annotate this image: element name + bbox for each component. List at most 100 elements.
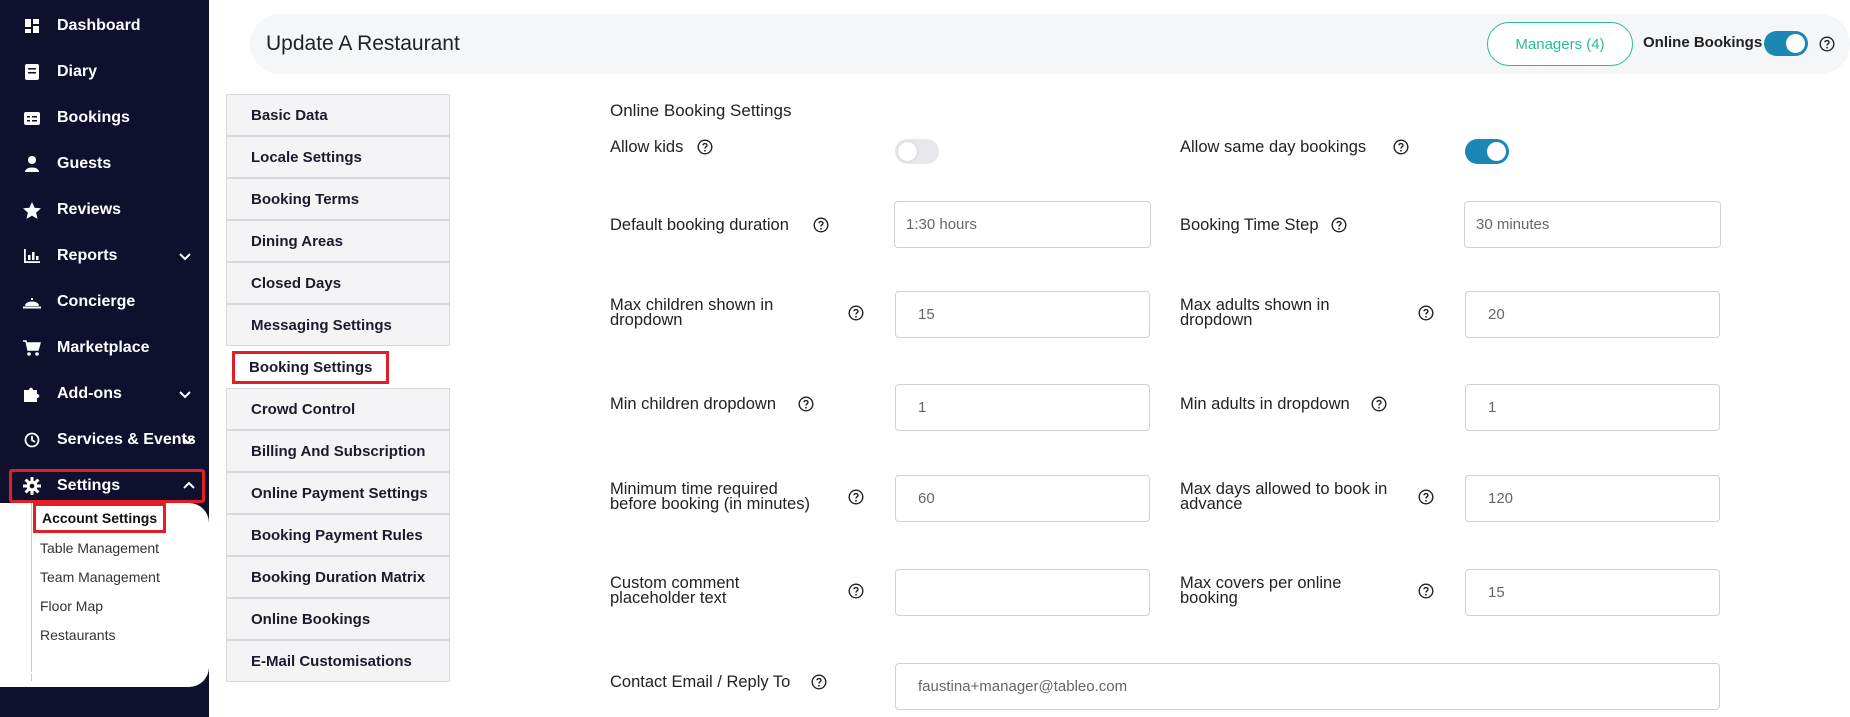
user-icon — [22, 154, 42, 174]
sidebar-item-bookings[interactable]: Bookings — [0, 101, 209, 135]
custom-comment-input[interactable] — [895, 569, 1150, 616]
max-days-input[interactable]: 120 — [1465, 475, 1720, 522]
label-line: booking — [1180, 589, 1238, 607]
default-duration-select[interactable]: 1:30 hours — [894, 201, 1151, 248]
max-children-input[interactable]: 15 — [895, 291, 1150, 338]
sidebar-item-support[interactable]: Support — [0, 660, 209, 694]
sidebar-item-add-ons[interactable]: Add-ons — [0, 377, 209, 411]
label-line: before booking (in minutes) — [610, 495, 810, 513]
chart-icon — [22, 246, 42, 266]
help-icon[interactable] — [811, 674, 827, 690]
sidebar-item-reviews[interactable]: Reviews — [0, 193, 209, 227]
contact-email-input[interactable]: faustina+manager@tableo.com — [895, 663, 1720, 710]
menu-item-email-customisations[interactable]: E-Mail Customisations — [226, 640, 450, 682]
max-adults-input[interactable]: 20 — [1465, 291, 1720, 338]
submenu-item-floor-map[interactable]: Floor Map — [40, 598, 103, 614]
chevron-up-icon — [183, 481, 195, 489]
bookings-icon — [22, 108, 42, 128]
menu-item-label: Billing And Subscription — [251, 442, 426, 460]
sidebar-item-label: Reports — [57, 247, 118, 264]
help-icon[interactable] — [1819, 36, 1835, 52]
time-step-label: Booking Time Step — [1180, 216, 1319, 234]
toggle-knob — [898, 142, 917, 161]
menu-item-label: Crowd Control — [251, 400, 356, 418]
menu-item-locale-settings[interactable]: Locale Settings — [226, 136, 450, 178]
star-icon — [22, 200, 42, 220]
menu-item-label: Closed Days — [251, 274, 342, 292]
allow-same-day-toggle[interactable] — [1465, 139, 1509, 164]
min-children-input[interactable]: 1 — [895, 384, 1150, 431]
managers-button[interactable]: Managers (4) — [1487, 22, 1633, 66]
help-icon[interactable] — [848, 305, 864, 321]
sidebar-item-label: Concierge — [57, 293, 136, 310]
sidebar-item-dashboard[interactable]: Dashboard — [0, 9, 209, 43]
label-line: dropdown — [1180, 311, 1253, 329]
sidebar-item-label: Support — [57, 668, 119, 685]
min-time-input[interactable]: 60 — [895, 475, 1150, 522]
submenu-item-account-settings[interactable]: Account Settings — [33, 503, 167, 533]
online-bookings-toggle[interactable] — [1764, 31, 1808, 56]
menu-item-billing-subscription[interactable]: Billing And Subscription — [226, 430, 450, 472]
help-icon[interactable] — [848, 489, 864, 505]
menu-item-messaging-settings[interactable]: Messaging Settings — [226, 304, 450, 346]
sidebar-item-diary[interactable]: Diary — [0, 55, 209, 89]
sidebar-item-guests[interactable]: Guests — [0, 147, 209, 181]
chevron-down-icon — [179, 391, 191, 399]
help-icon[interactable] — [1331, 217, 1347, 233]
toggle-knob — [1487, 142, 1506, 161]
menu-item-online-bookings[interactable]: Online Bookings — [226, 598, 450, 640]
max-days-label: Max days allowed to book in advance — [1180, 481, 1387, 513]
sidebar-item-concierge[interactable]: Concierge — [0, 285, 209, 319]
gear-icon — [22, 476, 42, 496]
sidebar-item-label: Diary — [57, 63, 98, 80]
contact-email-label: Contact Email / Reply To — [610, 673, 791, 691]
menu-item-booking-terms[interactable]: Booking Terms — [226, 178, 450, 220]
menu-item-basic-data[interactable]: Basic Data — [226, 94, 450, 136]
dashboard-icon — [22, 16, 42, 36]
help-icon[interactable] — [1418, 305, 1434, 321]
min-time-label: Minimum time required before booking (in … — [610, 481, 810, 513]
help-icon[interactable] — [1418, 583, 1434, 599]
submenu-item-restaurants[interactable]: Restaurants — [40, 627, 115, 643]
help-icon[interactable] — [1371, 396, 1387, 412]
menu-item-booking-payment-rules[interactable]: Booking Payment Rules — [226, 514, 450, 556]
chevron-down-icon — [182, 437, 194, 445]
menu-item-label: Messaging Settings — [251, 316, 392, 334]
sidebar-item-label: Reviews — [57, 201, 122, 218]
time-step-select[interactable]: 30 minutes — [1464, 201, 1721, 248]
menu-item-crowd-control[interactable]: Crowd Control — [226, 388, 450, 430]
min-children-label: Min children dropdown — [610, 395, 777, 413]
allow-same-day-label: Allow same day bookings — [1180, 138, 1367, 156]
menu-item-dining-areas[interactable]: Dining Areas — [226, 220, 450, 262]
headset-icon — [22, 667, 42, 687]
diary-icon — [22, 62, 42, 82]
max-covers-label: Max covers per online booking — [1180, 575, 1341, 607]
max-covers-input[interactable]: 15 — [1465, 569, 1720, 616]
help-icon[interactable] — [848, 583, 864, 599]
help-icon[interactable] — [697, 139, 713, 155]
submenu-item-table-management[interactable]: Table Management — [40, 540, 159, 556]
help-icon[interactable] — [813, 217, 829, 233]
menu-item-closed-days[interactable]: Closed Days — [226, 262, 450, 304]
allow-kids-label: Allow kids — [610, 138, 684, 156]
help-icon[interactable] — [1418, 489, 1434, 505]
help-icon[interactable] — [1393, 139, 1409, 155]
sidebar-item-settings[interactable]: Settings — [9, 469, 205, 503]
menu-item-online-payment-settings[interactable]: Online Payment Settings — [226, 472, 450, 514]
page-header: Update A Restaurant Managers (4) Online … — [250, 14, 1850, 74]
default-duration-label: Default booking duration — [610, 216, 789, 234]
help-icon[interactable] — [798, 396, 814, 412]
sidebar-item-label: Settings — [57, 477, 121, 494]
chevron-down-icon — [179, 253, 191, 261]
submenu-item-team-management[interactable]: Team Management — [40, 569, 160, 585]
sidebar: Dashboard Diary Bookings Guests Reviews … — [0, 0, 209, 717]
menu-item-label: Locale Settings — [251, 148, 362, 166]
sidebar-item-reports[interactable]: Reports — [0, 239, 209, 273]
min-adults-input[interactable]: 1 — [1465, 384, 1720, 431]
menu-item-booking-duration-matrix[interactable]: Booking Duration Matrix — [226, 556, 450, 598]
sidebar-item-services-events[interactable]: Services & Events — [0, 423, 209, 457]
menu-item-booking-settings[interactable]: Booking Settings — [226, 346, 450, 388]
sidebar-item-marketplace[interactable]: Marketplace — [0, 331, 209, 365]
max-children-label: Max children shown in dropdown — [610, 297, 773, 329]
allow-kids-toggle[interactable] — [895, 139, 939, 164]
